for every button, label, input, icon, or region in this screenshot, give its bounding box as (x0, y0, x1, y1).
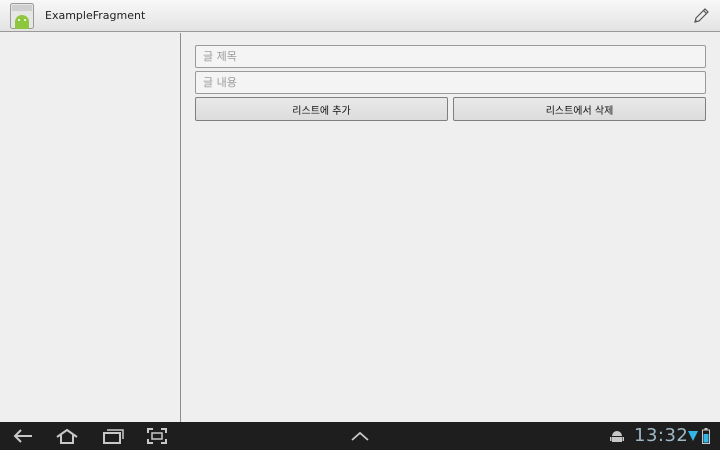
content-input[interactable] (195, 71, 706, 94)
system-bar: 13:32 (0, 422, 720, 450)
add-to-list-button[interactable]: 리스트에 추가 (195, 97, 448, 121)
home-icon[interactable] (55, 428, 79, 444)
detail-fragment: 리스트에 추가 리스트에서 삭제 (182, 33, 720, 422)
app-title: ExampleFragment (45, 9, 146, 22)
chevron-up-icon[interactable] (350, 431, 370, 441)
android-debug-icon (610, 431, 624, 442)
screenshot-icon[interactable] (146, 428, 168, 444)
battery-icon (702, 428, 710, 444)
list-fragment[interactable] (0, 33, 181, 422)
wifi-icon (688, 431, 698, 441)
delete-from-list-button[interactable]: 리스트에서 삭제 (453, 97, 706, 121)
recent-apps-icon[interactable] (102, 428, 124, 444)
action-bar: ExampleFragment (0, 0, 720, 32)
clock: 13:32 (634, 425, 689, 446)
android-app-icon[interactable] (10, 3, 34, 29)
title-input[interactable] (195, 45, 706, 68)
back-icon[interactable] (12, 428, 34, 444)
pencil-icon[interactable] (692, 7, 710, 25)
